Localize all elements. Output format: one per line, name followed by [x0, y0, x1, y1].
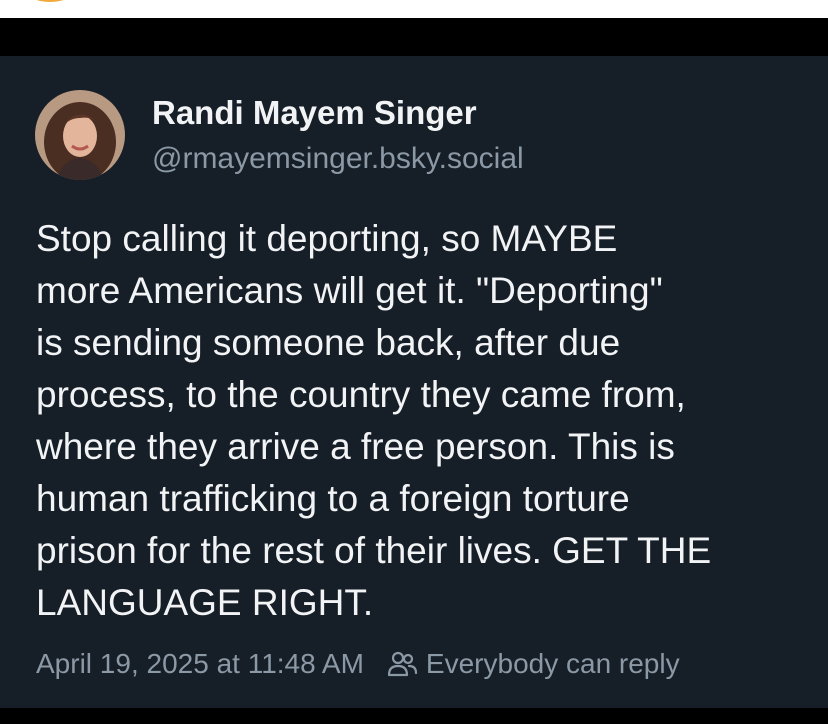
- post-text-line: is sending someone back, after due: [36, 322, 621, 363]
- top-strip: [0, 0, 828, 18]
- author-handle[interactable]: @rmayemsinger.bsky.social: [152, 142, 524, 176]
- post-timestamp: April 19, 2025 at 11:48 AM: [36, 648, 364, 679]
- post-text-line: more Americans will get it. "Deporting": [36, 270, 663, 311]
- post-text-line: LANGUAGE RIGHT.: [36, 582, 374, 623]
- partial-app-icon: [26, 0, 74, 2]
- post-text-line: Stop calling it deporting, so MAYBE: [36, 218, 618, 259]
- post-meta: April 19, 2025 at 11:48 AM Everybody can…: [36, 648, 680, 680]
- bottom-strip: [0, 708, 828, 724]
- post-text: Stop calling it deporting, so MAYBE more…: [36, 213, 806, 629]
- reply-setting[interactable]: Everybody can reply: [426, 648, 680, 680]
- post-text-line: process, to the country they came from,: [36, 374, 686, 415]
- post-text-line: human trafficking to a foreign torture: [36, 478, 630, 519]
- post-card[interactable]: Randi Mayem Singer @rmayemsinger.bsky.so…: [0, 56, 828, 708]
- people-icon: [386, 650, 418, 678]
- author-name[interactable]: Randi Mayem Singer: [152, 94, 477, 132]
- avatar[interactable]: [35, 90, 125, 180]
- post-text-line: where they arrive a free person. This is: [36, 426, 675, 467]
- post-text-line: prison for the rest of their lives. GET …: [36, 530, 712, 571]
